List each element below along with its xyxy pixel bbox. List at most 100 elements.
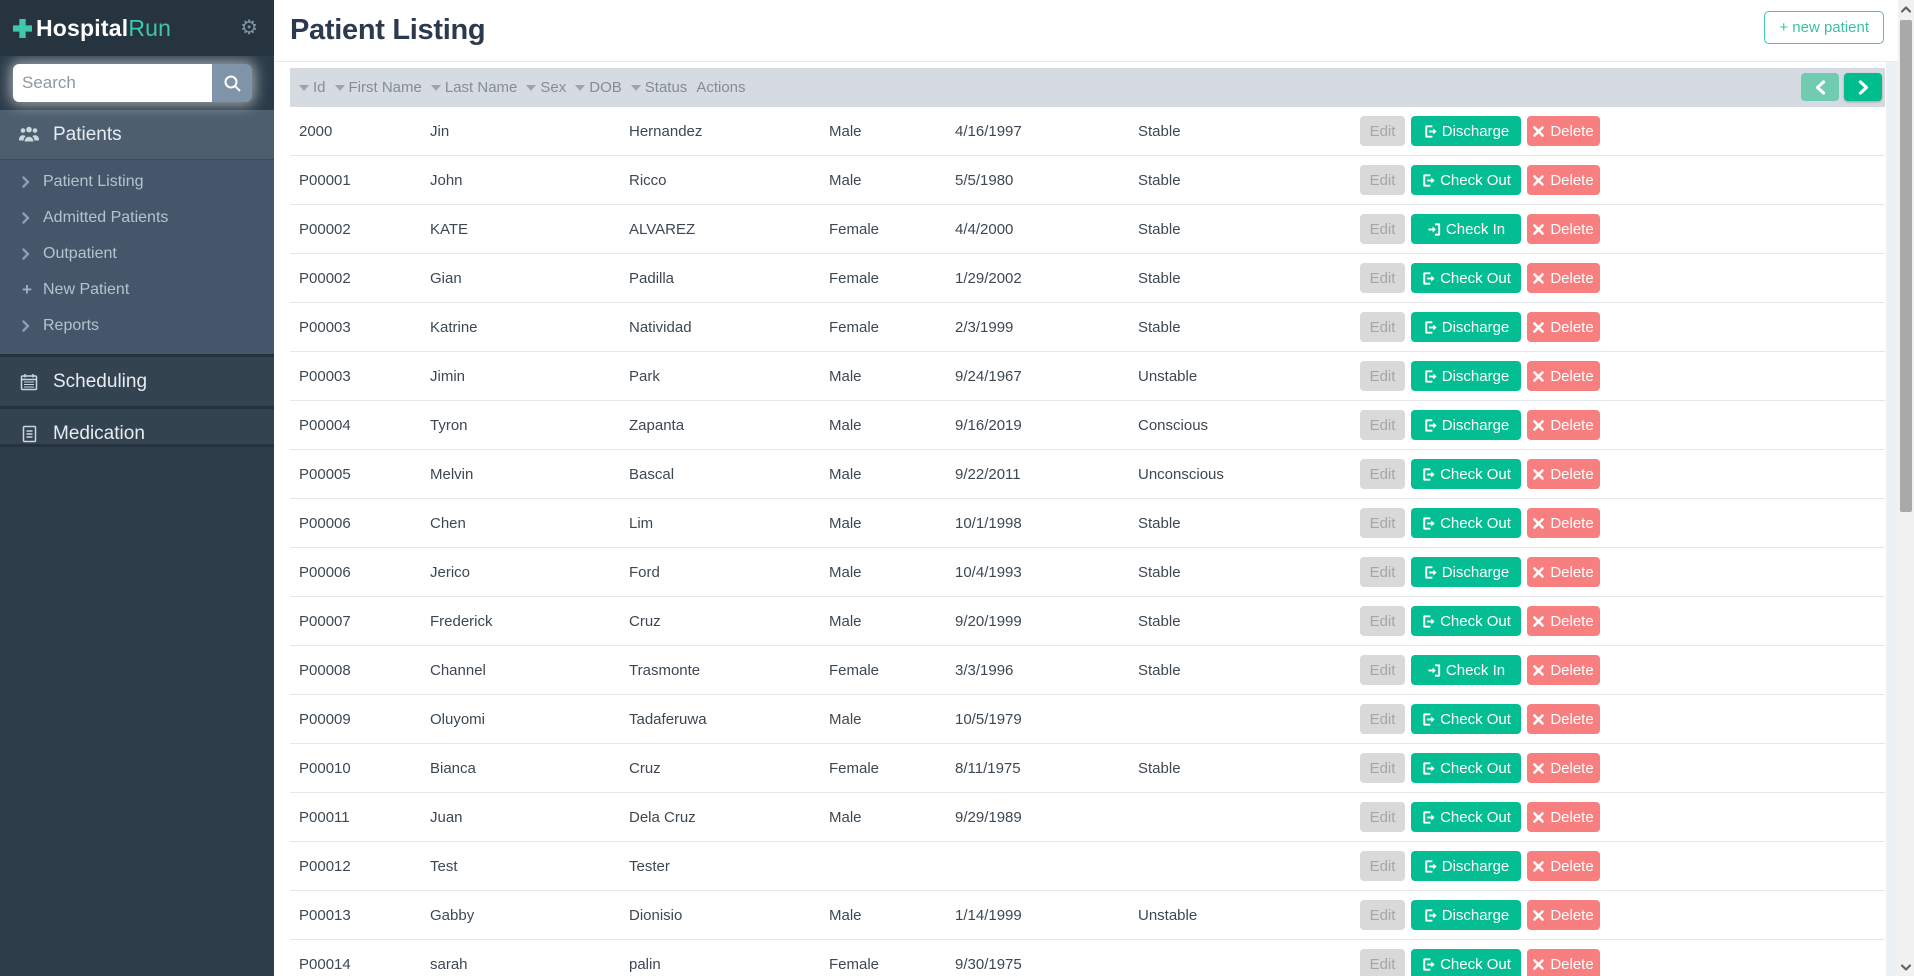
edit-button[interactable]: Edit bbox=[1360, 851, 1405, 881]
patient-action-button[interactable]: Check Out bbox=[1411, 704, 1521, 734]
patient-action-button[interactable]: Check Out bbox=[1411, 949, 1521, 976]
patient-action-button[interactable]: Discharge bbox=[1411, 557, 1521, 587]
delete-button[interactable]: Delete bbox=[1527, 459, 1600, 489]
delete-button[interactable]: Delete bbox=[1527, 165, 1600, 195]
vertical-scrollbar[interactable] bbox=[1898, 0, 1914, 976]
patient-row: P00009 Oluyomi Tadaferuwa Male 10/5/1979… bbox=[290, 695, 1885, 744]
next-page-button[interactable] bbox=[1844, 73, 1882, 101]
patient-action-button[interactable]: Discharge bbox=[1411, 900, 1521, 930]
edit-button[interactable]: Edit bbox=[1360, 655, 1405, 685]
patients-submenu-item[interactable]: + New Patient bbox=[0, 272, 274, 308]
cell-id: P00010 bbox=[290, 760, 421, 777]
delete-button[interactable]: Delete bbox=[1527, 606, 1600, 636]
settings-gear-icon[interactable]: ⚙ bbox=[240, 18, 258, 38]
delete-button[interactable]: Delete bbox=[1527, 655, 1600, 685]
search-button[interactable] bbox=[212, 64, 252, 102]
delete-button[interactable]: Delete bbox=[1527, 851, 1600, 881]
sign-out-icon bbox=[1421, 712, 1436, 727]
patient-row: P00010 Bianca Cruz Female 8/11/1975 Stab… bbox=[290, 744, 1885, 793]
edit-button[interactable]: Edit bbox=[1360, 949, 1405, 976]
column-header[interactable]: DOB bbox=[566, 79, 622, 96]
patient-row: P00014 sarah palin Female 9/30/1975 Edit bbox=[290, 940, 1885, 976]
new-patient-button[interactable]: + new patient bbox=[1764, 11, 1884, 44]
delete-button[interactable]: Delete bbox=[1527, 410, 1600, 440]
cell-first-name: sarah bbox=[421, 956, 620, 973]
patient-action-button[interactable]: Check In bbox=[1411, 655, 1521, 685]
edit-button[interactable]: Edit bbox=[1360, 165, 1405, 195]
edit-button[interactable]: Edit bbox=[1360, 753, 1405, 783]
patient-action-button[interactable]: Check In bbox=[1411, 214, 1521, 244]
action-button-label: Check Out bbox=[1440, 711, 1511, 728]
cell-dob: 2/3/1999 bbox=[946, 319, 1129, 336]
scroll-up-arrow-icon[interactable] bbox=[1898, 1, 1914, 17]
sign-out-icon bbox=[1421, 467, 1436, 482]
patient-action-button[interactable]: Check Out bbox=[1411, 263, 1521, 293]
patient-action-button[interactable]: Discharge bbox=[1411, 851, 1521, 881]
patient-action-button[interactable]: Check Out bbox=[1411, 459, 1521, 489]
column-header[interactable]: Status bbox=[622, 79, 688, 96]
cell-id: P00001 bbox=[290, 172, 421, 189]
edit-button[interactable]: Edit bbox=[1360, 116, 1405, 146]
column-header[interactable]: Last Name bbox=[422, 79, 518, 96]
edit-button[interactable]: Edit bbox=[1360, 802, 1405, 832]
edit-button[interactable]: Edit bbox=[1360, 214, 1405, 244]
delete-button[interactable]: Delete bbox=[1527, 214, 1600, 244]
cell-id: P00011 bbox=[290, 809, 421, 826]
x-icon bbox=[1533, 616, 1544, 627]
cell-id: P00003 bbox=[290, 368, 421, 385]
patient-action-button[interactable]: Check Out bbox=[1411, 508, 1521, 538]
delete-button[interactable]: Delete bbox=[1527, 312, 1600, 342]
edit-button[interactable]: Edit bbox=[1360, 361, 1405, 391]
patients-submenu-item[interactable]: Reports bbox=[0, 308, 274, 344]
patient-action-button[interactable]: Check Out bbox=[1411, 753, 1521, 783]
delete-button[interactable]: Delete bbox=[1527, 949, 1600, 976]
sidebar-item-patients[interactable]: Patients bbox=[0, 110, 274, 159]
action-button-label: Check In bbox=[1446, 221, 1505, 238]
edit-button[interactable]: Edit bbox=[1360, 410, 1405, 440]
scroll-down-arrow-icon[interactable] bbox=[1898, 959, 1914, 975]
patient-action-button[interactable]: Discharge bbox=[1411, 361, 1521, 391]
sign-out-icon bbox=[1421, 761, 1436, 776]
edit-button[interactable]: Edit bbox=[1360, 263, 1405, 293]
sidebar: HospitalRun ⚙ bbox=[0, 0, 274, 976]
cell-sex: Male bbox=[820, 368, 946, 385]
delete-button[interactable]: Delete bbox=[1527, 116, 1600, 146]
delete-button-label: Delete bbox=[1550, 858, 1593, 875]
patients-submenu-item[interactable]: Patient Listing bbox=[0, 164, 274, 200]
edit-button[interactable]: Edit bbox=[1360, 606, 1405, 636]
delete-button[interactable]: Delete bbox=[1527, 263, 1600, 293]
patient-action-button[interactable]: Check Out bbox=[1411, 606, 1521, 636]
column-header[interactable]: First Name bbox=[326, 79, 422, 96]
edit-button[interactable]: Edit bbox=[1360, 312, 1405, 342]
edit-button[interactable]: Edit bbox=[1360, 459, 1405, 489]
cell-first-name: Frederick bbox=[421, 613, 620, 630]
cell-id: P00009 bbox=[290, 711, 421, 728]
edit-button[interactable]: Edit bbox=[1360, 900, 1405, 930]
cell-status: Stable bbox=[1129, 123, 1358, 140]
sidebar-item-scheduling[interactable]: Scheduling bbox=[0, 354, 274, 406]
delete-button[interactable]: Delete bbox=[1527, 900, 1600, 930]
scrollbar-thumb[interactable] bbox=[1900, 20, 1912, 512]
search-input[interactable] bbox=[13, 64, 212, 102]
delete-button[interactable]: Delete bbox=[1527, 704, 1600, 734]
edit-button[interactable]: Edit bbox=[1360, 557, 1405, 587]
patient-action-button[interactable]: Discharge bbox=[1411, 312, 1521, 342]
delete-button[interactable]: Delete bbox=[1527, 508, 1600, 538]
prev-page-button[interactable] bbox=[1801, 73, 1839, 101]
edit-button[interactable]: Edit bbox=[1360, 508, 1405, 538]
patient-action-button[interactable]: Discharge bbox=[1411, 116, 1521, 146]
edit-button[interactable]: Edit bbox=[1360, 704, 1405, 734]
column-header[interactable]: Sex bbox=[517, 79, 566, 96]
delete-button[interactable]: Delete bbox=[1527, 557, 1600, 587]
patients-submenu-item[interactable]: Admitted Patients bbox=[0, 200, 274, 236]
patient-action-button[interactable]: Check Out bbox=[1411, 802, 1521, 832]
column-header[interactable]: Actions bbox=[687, 79, 745, 96]
patient-action-button[interactable]: Check Out bbox=[1411, 165, 1521, 195]
delete-button[interactable]: Delete bbox=[1527, 753, 1600, 783]
delete-button[interactable]: Delete bbox=[1527, 361, 1600, 391]
column-header[interactable]: Id bbox=[290, 79, 326, 96]
patients-submenu-item[interactable]: Outpatient bbox=[0, 236, 274, 272]
delete-button[interactable]: Delete bbox=[1527, 802, 1600, 832]
patient-action-button[interactable]: Discharge bbox=[1411, 410, 1521, 440]
cell-last-name: palin bbox=[620, 956, 820, 973]
